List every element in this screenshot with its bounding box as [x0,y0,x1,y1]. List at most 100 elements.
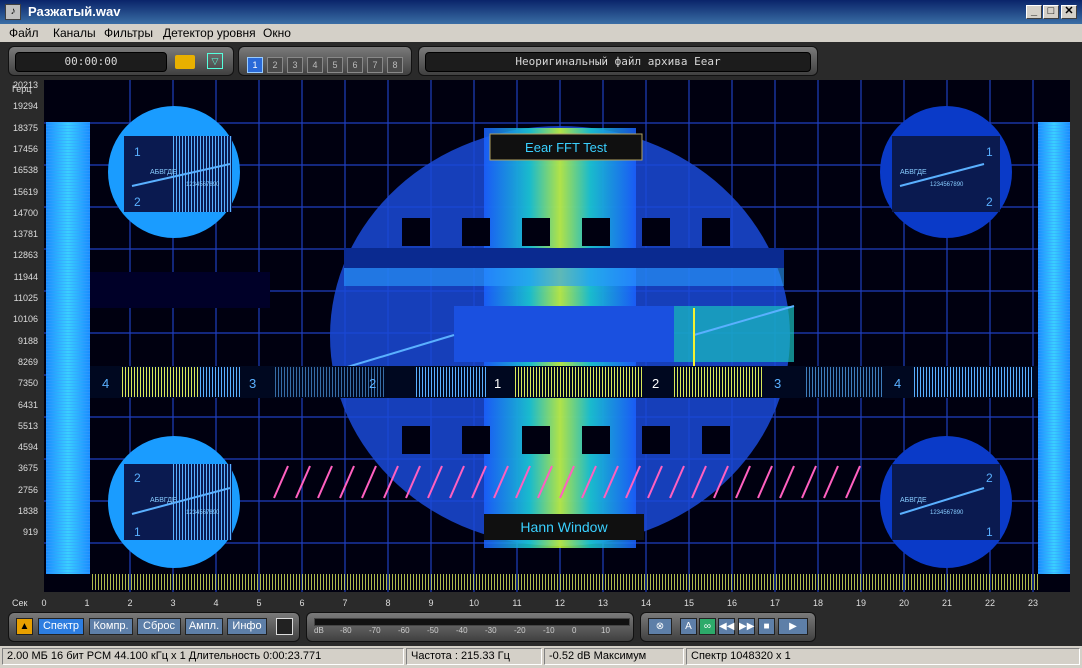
circle-bottom-right: 2 1 АБВГДЕ 1234567890 [880,436,1012,568]
loop-icon[interactable]: ∞ [699,618,716,635]
transport-a-button[interactable]: A [680,618,697,635]
y-tick-label: 6431 [17,399,38,410]
close-button[interactable]: ✕ [1061,5,1077,19]
time-display: 00:00:00 [15,52,167,72]
tone-band-center [514,367,644,397]
menu-channels[interactable]: Каналы [53,26,96,40]
menu-level-detector[interactable]: Детектор уровня [163,26,256,40]
tone-label-4-left: 4 [102,376,109,391]
info-panel: Неоригинальный файл архива Eear [418,46,818,76]
y-tick-label: 20213 [12,80,38,90]
circle-top-left: 1 2 АБВГДЕ 1234567890 [108,106,240,238]
x-tick-label: 23 [1027,598,1039,608]
channel-button-5[interactable]: 5 [327,57,343,73]
y-tick-label: 919 [22,527,38,538]
tone-label-3-right: 3 [774,376,781,391]
db-scale-label: -40 [456,626,468,635]
square-toggle-icon[interactable] [276,618,293,635]
db-scale-label: -10 [543,626,555,635]
amplitude-button[interactable]: Ампл. [185,618,223,635]
db-scale-label: -50 [427,626,439,635]
menu-bar: Файл Каналы Фильтры Детектор уровня Окно [0,24,1082,42]
x-tick-label: 13 [597,598,609,608]
fast-forward-icon[interactable]: ▶▶ [738,618,755,635]
channel-button-6[interactable]: 6 [347,57,363,73]
x-tick-label: 0 [41,598,47,608]
svg-text:АБВГДЕ: АБВГДЕ [900,169,927,176]
low-frequency-band [90,574,1038,590]
x-tick-label: 14 [640,598,652,608]
menu-filters[interactable]: Фильтры [104,26,153,40]
channel-button-8[interactable]: 8 [387,57,403,73]
x-tick-label: 5 [256,598,262,608]
x-tick-label: 8 [385,598,391,608]
x-tick-label: 21 [941,598,953,608]
y-tick-label: 11944 [13,271,38,282]
info-button[interactable]: Инфо [227,618,267,635]
menu-file[interactable]: Файл [9,26,39,40]
y-tick-label: 15619 [12,186,38,197]
status-max-level: -0.52 dB Максимум [544,648,684,665]
x-tick-label: 6 [299,598,305,608]
x-tick-label: 15 [683,598,695,608]
file-info-text: Неоригинальный файл архива Eear [425,52,811,72]
y-tick-label: 14700 [12,207,38,218]
compress-button[interactable]: Компр. [89,618,133,635]
channel-button-3[interactable]: 3 [287,57,303,73]
folder-icon[interactable] [175,55,195,69]
y-tick-label: 19294 [12,101,38,112]
status-bar: 2.00 МБ 16 бит PCM 44.100 кГц x 1 Длител… [0,646,1082,668]
maximize-button[interactable]: □ [1043,5,1059,19]
play-icon[interactable]: ▶ [778,618,808,635]
svg-text:2: 2 [986,471,993,485]
overlay-window-type: Hann Window [520,519,608,535]
db-scale-label: -80 [340,626,352,635]
svg-text:1: 1 [134,525,141,539]
x-tick-label: 10 [468,598,480,608]
svg-text:АБВГДЕ: АБВГДЕ [900,497,927,504]
app-icon[interactable]: ♪ [5,4,21,20]
x-tick-label: 20 [898,598,910,608]
dropdown-icon[interactable]: ▽ [207,53,223,69]
status-frequency: Частота : 215.33 Гц [406,648,542,665]
x-tick-label: 4 [213,598,219,608]
spectrum-button[interactable]: Спектр [38,618,84,635]
menu-window[interactable]: Окно [263,26,291,40]
db-scale-label: -20 [514,626,526,635]
y-tick-label: 2756 [17,484,38,495]
x-tick-label: 12 [554,598,566,608]
svg-text:2: 2 [134,471,141,485]
db-label: dB [314,626,324,635]
svg-text:АБВГДЕ: АБВГДЕ [150,169,177,176]
minimize-button[interactable]: _ [1026,5,1042,19]
y-tick-label: 5513 [17,420,38,431]
channel-button-1[interactable]: 1 [247,57,263,73]
y-tick-label: 10106 [12,314,38,325]
channel-button-2[interactable]: 2 [267,57,283,73]
stop-icon[interactable]: ■ [758,618,775,635]
y-tick-label: 17456 [12,143,38,154]
y-tick-label: 18375 [12,122,38,133]
tone-label-3-left: 3 [249,376,256,391]
cancel-icon[interactable]: ⊗ [648,618,672,635]
x-tick-label: 7 [342,598,348,608]
channel-button-4[interactable]: 4 [307,57,323,73]
rewind-icon[interactable]: ◀◀ [718,618,735,635]
overlay-title: Eear FFT Test [525,140,607,155]
reset-button[interactable]: Сброс [137,618,181,635]
x-tick-label: 16 [726,598,738,608]
channel-button-7[interactable]: 7 [367,57,383,73]
title-bar: ♪ Разжатый.wav _ □ ✕ [0,0,1082,24]
circle-bottom-left: 2 1 АБВГДЕ 1234567890 [108,436,240,568]
svg-text:1234567890: 1234567890 [186,510,220,516]
app-area: 00:00:00 ▽ 1 2 3 4 5 6 7 8 Неоригинальны… [0,42,1082,646]
y-tick-label: 8269 [17,356,38,367]
tone-label-1: 1 [494,376,501,391]
db-scale-label: 0 [572,626,577,635]
spectrogram-view[interactable]: 4 3 2 1 2 3 4 Eear FFT Test Hann Window … [44,80,1070,592]
channel-panel: 1 2 3 4 5 6 7 8 [238,46,412,76]
warning-icon[interactable]: ▲ [16,618,33,635]
y-tick-label: 16538 [12,165,38,176]
svg-text:1: 1 [134,145,141,159]
tone-label-2-left: 2 [369,376,376,391]
